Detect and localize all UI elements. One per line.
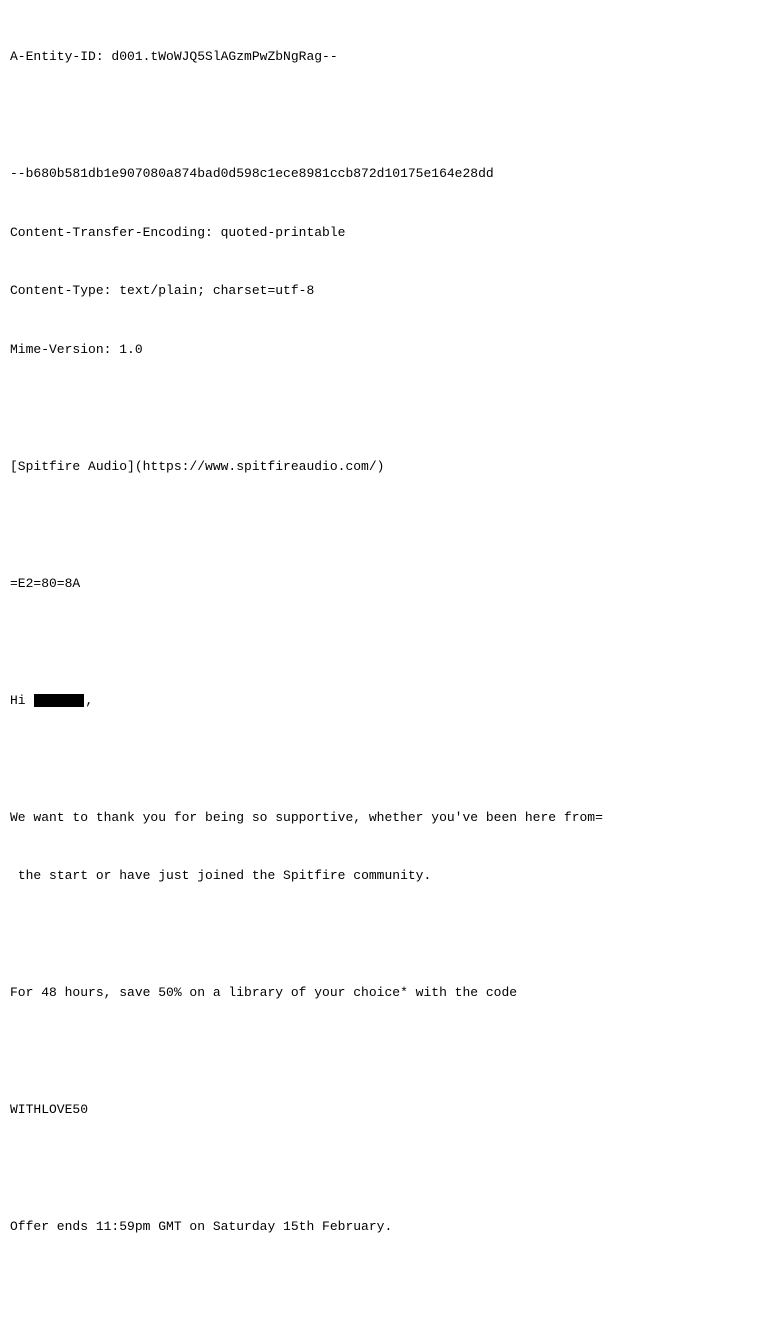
blank-1: [10, 106, 765, 126]
blank-8: [10, 1159, 765, 1179]
blank-9: [10, 1276, 765, 1296]
thank-you-line-1: We want to thank you for being so suppor…: [10, 808, 765, 828]
content-transfer-encoding: Content-Transfer-Encoding: quoted-printa…: [10, 223, 765, 243]
blank-2: [10, 398, 765, 418]
greeting-line: Hi ,: [10, 691, 765, 711]
offer-line: For 48 hours, save 50% on a library of y…: [10, 983, 765, 1003]
mime-version: Mime-Version: 1.0: [10, 340, 765, 360]
header-line-1: A-Entity-ID: d001.tWoWJQ5SlAGzmPwZbNgRag…: [10, 47, 765, 67]
offer-end-date: Offer ends 11:59pm GMT on Saturday 15th …: [10, 1217, 765, 1237]
email-body: A-Entity-ID: d001.tWoWJQ5SlAGzmPwZbNgRag…: [0, 0, 775, 1334]
blank-5: [10, 749, 765, 769]
promo-code: WITHLOVE50: [10, 1100, 765, 1120]
blank-3: [10, 515, 765, 535]
thank-you-line-2: the start or have just joined the Spitfi…: [10, 866, 765, 886]
redacted-name: [34, 694, 84, 707]
blank-7: [10, 1042, 765, 1062]
content-type: Content-Type: text/plain; charset=utf-8: [10, 281, 765, 301]
zwsp-1: =E2=80=8A: [10, 574, 765, 594]
blank-6: [10, 925, 765, 945]
blank-4: [10, 632, 765, 652]
boundary-line: --b680b581db1e907080a874bad0d598c1ece898…: [10, 164, 765, 184]
spitfire-link-1: [Spitfire Audio](https://www.spitfireaud…: [10, 457, 765, 477]
